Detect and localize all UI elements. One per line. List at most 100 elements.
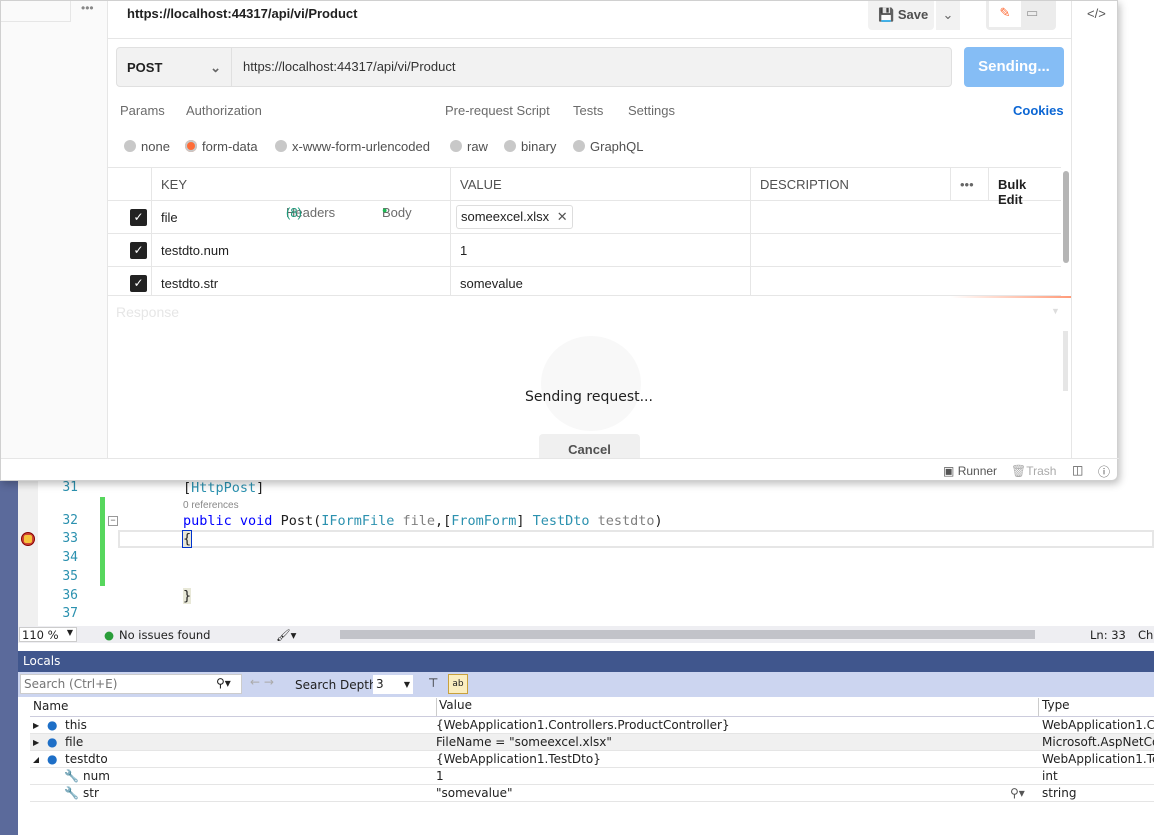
file-chip[interactable]: someexcel.xlsx ✕: [456, 205, 573, 229]
line-number: 31: [62, 480, 78, 495]
radio-none[interactable]: none: [124, 139, 170, 154]
line-number: 37: [62, 606, 78, 621]
save-button[interactable]: 💾 Save: [868, 1, 934, 30]
tab-pre-request-script[interactable]: Pre-request Script: [445, 103, 550, 118]
tab-authorization[interactable]: Authorization: [186, 103, 262, 118]
back-icon[interactable]: ← →: [250, 675, 274, 689]
bulk-edit-button[interactable]: Bulk Edit: [989, 168, 1061, 207]
check-icon: ●: [104, 628, 115, 642]
radio-binary[interactable]: binary: [504, 139, 556, 154]
tab-params[interactable]: Params: [120, 103, 165, 118]
column-description: DESCRIPTION: [751, 168, 951, 200]
radio-graphql[interactable]: GraphQL: [573, 139, 643, 154]
column-header-name[interactable]: Name: [33, 699, 68, 713]
value-field[interactable]: someexcel.xlsx ✕: [451, 201, 751, 233]
edit-pencil-icon[interactable]: ✎: [989, 1, 1021, 27]
radio-raw[interactable]: raw: [450, 139, 488, 154]
table-scrollbar[interactable]: [1063, 171, 1069, 263]
search-depth-label: Search Depth:: [295, 678, 381, 692]
more-icon[interactable]: •••: [81, 1, 94, 15]
line-number: 35: [62, 569, 78, 584]
save-icon: 💾: [878, 7, 895, 22]
description-field[interactable]: [751, 267, 1061, 295]
line-number: 33: [62, 531, 78, 546]
code-method-signature: public void Post(IFormFile file,[FromFor…: [183, 513, 663, 529]
value-field[interactable]: somevalue: [451, 267, 751, 295]
remove-file-icon: ✕: [556, 209, 568, 224]
key-field[interactable]: testdto.num: [152, 234, 451, 266]
field-icon: ●: [47, 735, 58, 749]
chevron-down-icon: ⌄: [210, 60, 221, 75]
save-options-chevron-icon[interactable]: ⌄: [936, 1, 960, 30]
horizontal-scrollbar[interactable]: [340, 630, 1035, 639]
cancel-button[interactable]: Cancel: [539, 434, 640, 458]
cleanup-icon[interactable]: 🖌▾: [276, 628, 296, 642]
column-header-type[interactable]: Type: [1038, 698, 1070, 716]
issues-status[interactable]: No issues found: [119, 628, 210, 642]
form-row: ✓ testdto.str somevalue: [108, 267, 1061, 296]
code-snippet-icon[interactable]: </>: [1087, 6, 1106, 21]
tab-settings[interactable]: Settings: [628, 103, 675, 118]
locals-grid: Name Value Type ▶ ● this {WebApplication1.C…: [30, 698, 1154, 802]
tab-view-icon[interactable]: ab: [448, 674, 468, 694]
zoom-dropdown[interactable]: 110 % ▼: [19, 627, 77, 642]
expand-icon[interactable]: ▶: [33, 738, 39, 747]
postman-window: ••• https://localhost:44317/api/vi/Produ…: [0, 0, 1119, 481]
key-field[interactable]: testdto.str: [152, 267, 451, 295]
request-title[interactable]: https://localhost:44317/api/vi/Product: [127, 6, 357, 21]
locals-toolbar: ⚲▾ ← → Search Depth: 3▼ ⊤ ab: [18, 672, 1154, 697]
value-field[interactable]: 1: [451, 234, 751, 266]
column-header-value[interactable]: Value: [436, 698, 472, 716]
runner-icon: ▣: [943, 464, 955, 478]
response-scrollbar[interactable]: [1063, 331, 1068, 391]
key-field[interactable]: file: [152, 201, 451, 233]
collapse-icon[interactable]: ◢: [33, 755, 39, 764]
locals-row[interactable]: ◢ ● testdto {WebApplication1.TestDto} WebApp…: [30, 751, 1154, 768]
description-field[interactable]: [751, 234, 1061, 266]
code-attribute: [HttpPost]: [183, 480, 265, 496]
radio-urlencoded[interactable]: x-www-form-urlencoded: [275, 139, 430, 154]
method-dropdown[interactable]: POST ⌄: [117, 48, 232, 86]
help-icon[interactable]: ⓘ: [1098, 463, 1110, 480]
editor-status-bar: 110 %▼ ● No issues found 🖌▾ Ln: 33 Ch:: [18, 626, 1154, 643]
field-icon: ●: [47, 752, 58, 766]
row-checkbox[interactable]: ✓: [130, 209, 147, 226]
breakpoint-margin[interactable]: [18, 480, 38, 626]
search-icon[interactable]: ⚲▾: [216, 676, 231, 690]
locals-row[interactable]: ▶ ● file FileName = "someexcel.xlsx" Microso…: [30, 734, 1154, 751]
locals-row[interactable]: ▶ ● this {WebApplication1.Controllers.Produ…: [30, 717, 1154, 734]
cookies-link[interactable]: Cookies: [1013, 103, 1064, 118]
wrench-icon: 🔧: [64, 786, 79, 800]
form-data-table: KEY VALUE DESCRIPTION ••• Bulk Edit ✓ fi…: [108, 167, 1061, 296]
locals-search-input[interactable]: [20, 674, 242, 694]
tab-tests[interactable]: Tests: [573, 103, 603, 118]
search-depth-dropdown[interactable]: 3 ▼: [373, 675, 413, 694]
code-close-brace: }: [183, 588, 192, 604]
line-number: 34: [62, 550, 78, 565]
form-row: ✓ testdto.num 1: [108, 234, 1061, 267]
collapse-response-icon[interactable]: ▼: [1051, 306, 1060, 316]
url-input[interactable]: https://localhost:44317/api/vi/Product: [243, 59, 455, 74]
send-button[interactable]: Sending...: [964, 47, 1064, 87]
collapse-icon[interactable]: −: [108, 516, 118, 526]
sidebar-search[interactable]: [1, 1, 71, 22]
locals-row[interactable]: 🔧 num 1 int: [30, 768, 1154, 785]
more-options-icon[interactable]: •••: [951, 168, 989, 200]
radio-form-data[interactable]: form-data: [185, 139, 258, 154]
progress-bar: [951, 296, 1071, 298]
description-field[interactable]: [751, 201, 1061, 233]
two-pane-icon[interactable]: ◫: [1072, 463, 1083, 477]
runner-button[interactable]: ▣ Runner: [943, 464, 997, 478]
locals-row[interactable]: 🔧 str "somevalue" ⚲▾ string: [30, 785, 1154, 802]
visualizer-icon[interactable]: ⚲▾: [1010, 786, 1025, 800]
code-lens-references[interactable]: 0 references: [183, 500, 239, 511]
trash-button[interactable]: 🗑Trash: [1011, 464, 1056, 478]
comment-icon[interactable]: ▭: [1026, 5, 1038, 21]
pin-filter-icon[interactable]: ⊤: [428, 676, 438, 690]
vs-frame: [0, 470, 18, 835]
form-row: ✓ file someexcel.xlsx ✕: [108, 201, 1061, 234]
row-checkbox[interactable]: ✓: [130, 275, 147, 292]
response-label: Response: [116, 304, 180, 320]
expand-icon[interactable]: ▶: [33, 721, 39, 730]
row-checkbox[interactable]: ✓: [130, 242, 147, 259]
